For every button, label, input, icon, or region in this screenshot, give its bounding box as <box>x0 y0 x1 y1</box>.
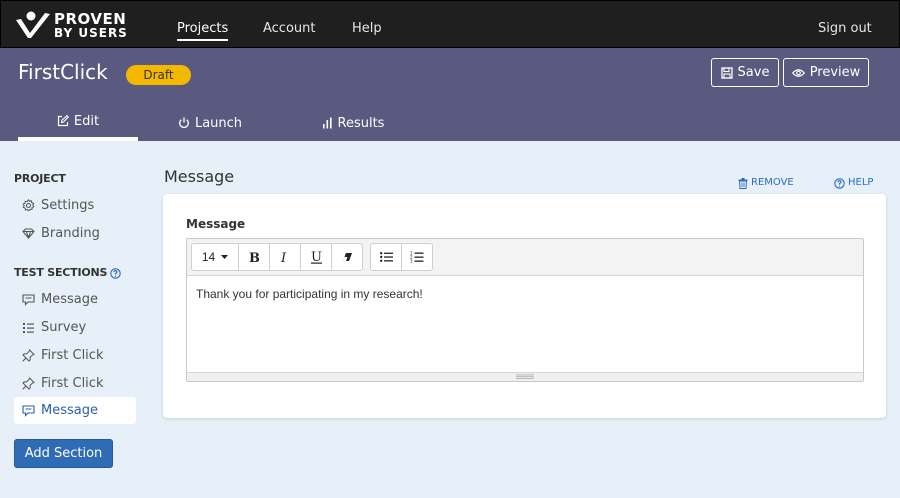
test-sections-heading: TEST SECTIONS <box>14 266 122 280</box>
sidebar-item-label: First Click <box>41 376 104 391</box>
sidebar-item-label: Settings <box>41 198 95 213</box>
tab-results[interactable]: Results <box>293 105 413 141</box>
power-icon <box>179 117 189 129</box>
sidebar-item-message-active[interactable]: Message <box>14 397 136 424</box>
message-card: Message 14 B I U 1 2 3 Thank you for par… <box>163 194 886 418</box>
project-header: FirstClick Draft Save Preview Edit Launc… <box>0 48 900 141</box>
help-button[interactable]: HELP <box>834 176 873 190</box>
underline-icon: U <box>310 251 322 264</box>
clear-format-button[interactable] <box>331 243 363 271</box>
nav-help[interactable]: Help <box>352 21 382 37</box>
logo[interactable]: PROVEN BY USERS <box>15 11 135 41</box>
eye-icon <box>791 68 805 77</box>
project-heading: PROJECT <box>14 172 66 186</box>
tab-launch[interactable]: Launch <box>150 105 270 141</box>
status-badge: Draft <box>126 65 191 85</box>
sidebar-item-label: Branding <box>41 226 100 241</box>
remove-label: REMOVE <box>751 177 794 188</box>
grip-icon <box>516 374 534 379</box>
bold-button[interactable]: B <box>238 243 270 271</box>
numbered-list-button[interactable]: 1 2 3 <box>401 243 433 271</box>
project-title: FirstClick <box>18 60 108 84</box>
sidebar-item-branding[interactable]: Branding <box>14 220 136 247</box>
preview-button[interactable]: Preview <box>783 58 869 87</box>
underline-button[interactable]: U <box>300 243 332 271</box>
help-circle-icon[interactable] <box>110 267 122 279</box>
save-button[interactable]: Save <box>711 58 779 87</box>
italic-button[interactable]: I <box>269 243 301 271</box>
message-content[interactable]: Thank you for participating in my resear… <box>196 287 423 301</box>
sidebar-item-label: Message <box>41 403 98 418</box>
editor-toolbar: 14 B I U 1 2 3 <box>187 239 863 276</box>
pin-icon <box>22 377 35 390</box>
bullet-list-icon <box>379 252 393 262</box>
message-icon <box>22 404 35 417</box>
help-circle-icon <box>834 177 845 189</box>
logo-text-line1: PROVEN <box>54 10 127 28</box>
add-section-button[interactable]: Add Section <box>14 439 113 468</box>
eraser-icon <box>342 253 352 261</box>
sign-out-link[interactable]: Sign out <box>818 21 872 37</box>
logo-text-line2: BY USERS <box>54 26 128 40</box>
sidebar-item-message[interactable]: Message <box>14 286 136 313</box>
editor-resize-handle[interactable] <box>187 372 863 381</box>
top-navbar: PROVEN BY USERS Projects Account Help Si… <box>0 0 900 48</box>
project-heading-text: PROJECT <box>14 172 66 185</box>
sidebar-item-label: Message <box>41 292 98 307</box>
edit-icon <box>57 115 69 127</box>
tab-edit-label: Edit <box>73 113 100 129</box>
field-label: Message <box>186 217 246 231</box>
svg-text:B: B <box>249 251 259 263</box>
diamond-icon <box>22 228 35 239</box>
pin-icon <box>22 349 35 362</box>
tab-edit[interactable]: Edit <box>18 105 138 141</box>
sidebar-item-first-click-1[interactable]: First Click <box>14 342 136 369</box>
test-sections-heading-text: TEST SECTIONS <box>14 266 108 279</box>
section-title: Message <box>164 167 235 186</box>
rich-text-editor: 14 B I U 1 2 3 Thank you for participati… <box>186 238 864 382</box>
sidebar-item-label: Survey <box>41 320 87 335</box>
list-icon <box>23 322 34 333</box>
logo-check-icon <box>16 11 50 38</box>
remove-button[interactable]: REMOVE <box>738 176 794 190</box>
nav-account[interactable]: Account <box>263 21 316 37</box>
trash-icon <box>738 177 748 189</box>
message-icon <box>22 293 35 306</box>
sidebar-item-settings[interactable]: Settings <box>14 192 136 219</box>
font-size-dropdown[interactable]: 14 <box>191 243 239 271</box>
preview-label: Preview <box>809 65 861 80</box>
help-label: HELP <box>848 177 874 188</box>
svg-text:U: U <box>311 251 322 264</box>
sidebar-item-survey[interactable]: Survey <box>14 314 136 341</box>
italic-icon: I <box>281 251 287 263</box>
gear-icon <box>22 199 35 212</box>
bullet-list-button[interactable] <box>370 243 402 271</box>
svg-text:3: 3 <box>410 259 413 264</box>
tab-launch-label: Launch <box>194 115 243 131</box>
sidebar-item-first-click-2[interactable]: First Click <box>14 370 136 397</box>
bar-chart-icon <box>322 117 332 129</box>
caret-down-icon <box>221 255 229 259</box>
tab-results-label: Results <box>337 115 385 131</box>
save-icon <box>720 66 733 79</box>
sidebar-item-label: First Click <box>41 348 104 363</box>
svg-text:I: I <box>281 251 287 263</box>
font-size-value: 14 <box>201 250 216 264</box>
save-label: Save <box>737 65 770 80</box>
numbered-list-icon: 1 2 3 <box>410 251 424 263</box>
nav-projects[interactable]: Projects <box>177 21 229 41</box>
bold-icon: B <box>249 251 259 263</box>
